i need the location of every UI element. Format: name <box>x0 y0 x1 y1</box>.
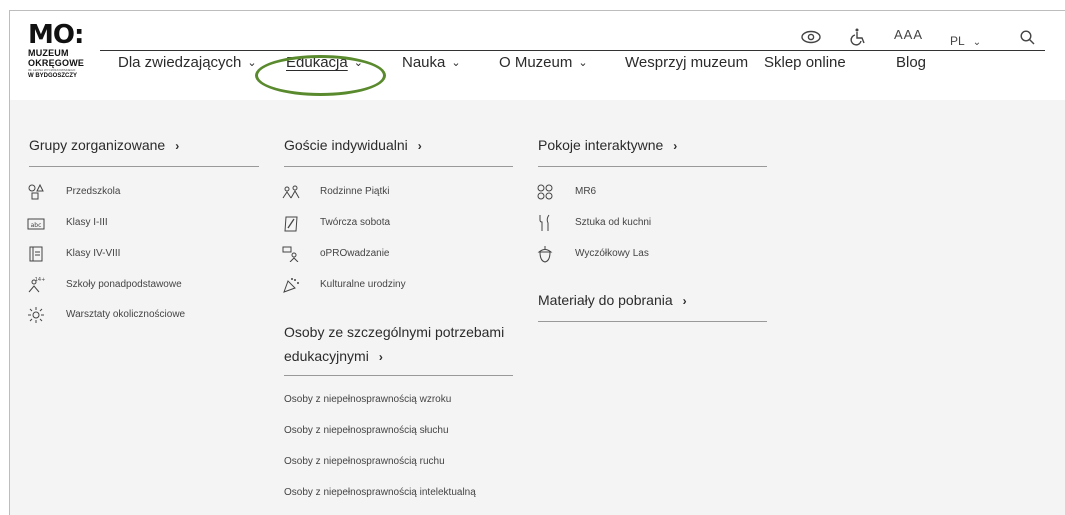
chevron-down-icon: ⌄ <box>578 57 588 69</box>
sun-icon <box>28 307 44 323</box>
notebook-icon <box>29 246 43 262</box>
column-divider <box>284 166 513 167</box>
nav-label: O Muzeum <box>499 54 573 71</box>
header-divider <box>100 50 1045 51</box>
family-icon <box>282 185 300 199</box>
language-select[interactable]: PL ⌄ <box>950 34 981 48</box>
menu-item-przedszkola[interactable]: Przedszkola <box>66 186 120 197</box>
menu-item-klasy-1-3[interactable]: Klasy I-III <box>66 217 108 228</box>
nav-o-muzeum[interactable]: O Muzeum ⌄ <box>499 54 588 71</box>
group-title-materialy[interactable]: Materiały do pobrania › <box>538 289 687 312</box>
menu-item-sluchu[interactable]: Osoby z niepełnosprawnością słuchu <box>284 425 449 436</box>
mega-menu-panel: Grupy zorganizowane › Przedszkola abc Kla… <box>10 100 1065 515</box>
svg-text:abc: abc <box>31 222 42 229</box>
nav-label: Sklep online <box>764 54 846 71</box>
group-title-label: Grupy zorganizowane <box>29 137 166 153</box>
chevron-down-icon: ⌄ <box>451 57 461 69</box>
menu-item-wyczolkowy-las[interactable]: Wyczółkowy Las <box>575 248 649 259</box>
group-title-label-1: Osoby ze szczególnymi potrzebami <box>284 324 505 340</box>
teen-icon: 14+ <box>28 277 45 293</box>
search-button[interactable] <box>1020 30 1035 45</box>
font-size-label: AAA <box>894 27 924 42</box>
group-title-label-2: edukacyjnymi <box>284 348 369 364</box>
chevron-down-icon: ⌄ <box>972 37 982 48</box>
faces-icon <box>537 184 553 200</box>
menu-item-oprowadzanie[interactable]: oPROwadzanie <box>320 248 389 259</box>
group-title-label: Goście indywidualni <box>284 137 408 153</box>
nav-label: Nauka <box>402 54 446 71</box>
shapes-icon <box>28 184 44 200</box>
search-icon <box>1020 30 1035 45</box>
menu-item-klasy-4-8[interactable]: Klasy IV-VIII <box>66 248 120 259</box>
group-title-goscie[interactable]: Goście indywidualni › <box>284 134 422 157</box>
nav-nauka[interactable]: Nauka ⌄ <box>402 54 461 71</box>
nav-sklep-online[interactable]: Sklep online <box>764 54 846 71</box>
party-icon <box>283 278 299 293</box>
menu-item-mr6[interactable]: MR6 <box>575 186 596 197</box>
nav-dla-zwiedzajacych[interactable]: Dla zwiedzających ⌄ <box>118 54 257 71</box>
chevron-right-icon: › <box>682 294 687 308</box>
group-title-specjalne[interactable]: Osoby ze szczególnymi potrzebami edukacyj… <box>284 320 504 369</box>
abc-icon: abc <box>27 218 45 230</box>
font-size-toggle[interactable]: AAA <box>894 27 923 42</box>
accessibility-button[interactable] <box>850 28 866 46</box>
nav-blog[interactable]: Blog <box>896 54 926 71</box>
menu-item-kulturalne-urodziny[interactable]: Kulturalne urodziny <box>320 279 406 290</box>
menu-item-rodzinne-piatki[interactable]: Rodzinne Piątki <box>320 186 389 197</box>
cutlery-icon <box>539 214 550 231</box>
menu-item-szkoly-ponadpodstawowe[interactable]: Szkoły ponadpodstawowe <box>66 279 182 290</box>
logo-line-1: MUZEUM <box>28 48 69 58</box>
nav-label: Wesprzyj muzeum <box>625 54 749 71</box>
nav-label: Blog <box>896 54 927 71</box>
column-divider <box>538 166 767 167</box>
chevron-right-icon: › <box>673 139 678 153</box>
group-title-grupy[interactable]: Grupy zorganizowane › <box>29 134 179 157</box>
logo-line-2: OKRĘGOWE <box>28 58 85 68</box>
wheelchair-icon <box>850 28 865 46</box>
logo-mark: MO: <box>28 20 84 50</box>
group-title-pokoje[interactable]: Pokoje interaktywne › <box>538 134 677 157</box>
acorn-icon <box>537 246 553 263</box>
language-label: PL <box>950 34 965 48</box>
chevron-right-icon: › <box>175 139 180 153</box>
group-title-label: Pokoje interaktywne <box>538 137 664 153</box>
brush-icon <box>284 216 298 232</box>
column-divider <box>284 375 513 376</box>
chevron-right-icon: › <box>378 350 383 364</box>
menu-item-intelektualna[interactable]: Osoby z niepełnosprawnością intelektualn… <box>284 487 476 498</box>
contrast-toggle[interactable] <box>800 30 822 44</box>
highlight-ellipse <box>255 55 386 96</box>
nav-wesprzyj-muzeum[interactable]: Wesprzyj muzeum <box>625 54 748 71</box>
museum-logo[interactable]: MO: MUZEUM OKRĘGOWE IM. LEONA WYCZÓŁKOWS… <box>28 22 98 94</box>
menu-item-tworcza-sobota[interactable]: Twórcza sobota <box>320 217 390 228</box>
menu-item-sztuka-od-kuchni[interactable]: Sztuka od kuchni <box>575 217 651 228</box>
eye-icon <box>801 30 821 44</box>
menu-item-wzroku[interactable]: Osoby z niepełnosprawnością wzroku <box>284 394 451 405</box>
column-divider <box>29 166 259 167</box>
menu-item-warsztaty[interactable]: Warsztaty okolicznościowe <box>66 309 185 320</box>
chevron-down-icon: ⌄ <box>247 57 257 69</box>
group-title-label: Materiały do pobrania <box>538 292 673 308</box>
chevron-right-icon: › <box>417 139 422 153</box>
nav-label: Dla zwiedzających <box>118 54 242 71</box>
guide-icon <box>282 246 299 262</box>
column-divider <box>538 321 767 322</box>
logo-line-3: W BYDGOSZCZY <box>28 73 77 79</box>
menu-item-ruchu[interactable]: Osoby z niepełnosprawnością ruchu <box>284 456 445 467</box>
